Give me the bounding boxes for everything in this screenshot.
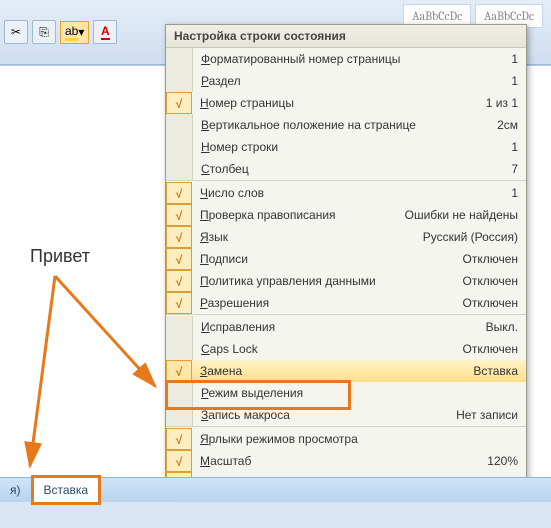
checkbox-icon: √ <box>166 428 192 450</box>
status-bar: я) Вставка <box>0 477 551 502</box>
checkbox-icon <box>166 404 193 426</box>
status-insert-mode[interactable]: Вставка <box>31 475 102 505</box>
menu-item-столбец[interactable]: Столбец7 <box>166 158 526 180</box>
checkbox-icon <box>166 158 193 180</box>
cut-button[interactable]: ✂ <box>4 20 28 44</box>
menu-item-проверка-правописани[interactable]: √Проверка правописанияОшибки не найдены <box>166 204 526 226</box>
statusbar-config-menu: Настройка строки состояния Форматированн… <box>165 24 527 495</box>
menu-item-label: Язык <box>192 230 423 244</box>
menu-item-режим-выделения[interactable]: Режим выделения <box>166 382 526 404</box>
menu-item-номер-страницы[interactable]: √Номер страницы1 из 1 <box>166 92 526 114</box>
menu-item-value: 1 из 1 <box>486 96 526 110</box>
menu-item-label: Запись макроса <box>193 408 456 422</box>
menu-item-label: Режим выделения <box>193 386 518 400</box>
menu-item-value: 1 <box>511 186 526 200</box>
menu-item-value: 1 <box>511 52 526 66</box>
menu-item-value: 2см <box>497 118 526 132</box>
menu-item-исправления[interactable]: ИсправленияВыкл. <box>166 316 526 338</box>
checkbox-icon: √ <box>166 360 192 382</box>
menu-item-вертикальное-положен[interactable]: Вертикальное положение на странице2см <box>166 114 526 136</box>
menu-item-value: Отключен <box>462 274 526 288</box>
menu-item-форматированный-номе[interactable]: Форматированный номер страницы1 <box>166 48 526 70</box>
menu-item-label: Проверка правописания <box>192 208 405 222</box>
menu-item-value: Отключен <box>462 296 526 310</box>
menu-item-value: Вставка <box>473 364 526 378</box>
menu-item-value: 7 <box>511 162 526 176</box>
checkbox-icon: √ <box>166 248 192 270</box>
menu-item-label: Исправления <box>193 320 486 334</box>
menu-item-масштаб[interactable]: √Масштаб120% <box>166 450 526 472</box>
menu-item-замена[interactable]: √ЗаменаВставка <box>166 360 526 382</box>
checkbox-icon: √ <box>166 204 192 226</box>
menu-item-label: Номер страницы <box>192 96 486 110</box>
menu-item-label: Разрешения <box>192 296 462 310</box>
menu-item-value: Отключен <box>462 342 526 356</box>
checkbox-icon <box>166 338 193 360</box>
checkbox-icon <box>166 382 193 404</box>
menu-item-value: 1 <box>511 140 526 154</box>
checkbox-icon <box>166 114 193 136</box>
menu-item-label: Подписи <box>192 252 462 266</box>
menu-item-label: Столбец <box>193 162 511 176</box>
menu-item-value: Русский (Россия) <box>423 230 526 244</box>
checkbox-icon: √ <box>166 270 192 292</box>
menu-item-value: Нет записи <box>456 408 526 422</box>
menu-item-разрешения[interactable]: √РазрешенияОтключен <box>166 292 526 314</box>
menu-item-число-слов[interactable]: √Число слов1 <box>166 182 526 204</box>
menu-item-value: 1 <box>511 74 526 88</box>
menu-item-подписи[interactable]: √ПодписиОтключен <box>166 248 526 270</box>
menu-item-label: Политика управления данными <box>192 274 462 288</box>
menu-item-раздел[interactable]: Раздел1 <box>166 70 526 92</box>
status-lang[interactable]: я) <box>0 478 31 502</box>
checkbox-icon: √ <box>166 226 192 248</box>
menu-item-value: Отключен <box>462 252 526 266</box>
menu-item-label: Номер строки <box>193 140 511 154</box>
menu-item-value: Ошибки не найдены <box>405 208 526 222</box>
menu-item-номер-строки[interactable]: Номер строки1 <box>166 136 526 158</box>
font-color-button[interactable]: A <box>93 20 117 44</box>
menu-item-политика-управления-[interactable]: √Политика управления даннымиОтключен <box>166 270 526 292</box>
checkbox-icon <box>166 136 193 158</box>
checkbox-icon <box>166 316 193 338</box>
menu-item-язык[interactable]: √ЯзыкРусский (Россия) <box>166 226 526 248</box>
menu-item-label: Число слов <box>192 186 511 200</box>
checkbox-icon: √ <box>166 450 192 472</box>
menu-item-label: Форматированный номер страницы <box>193 52 511 66</box>
menu-item-label: Caps Lock <box>193 342 462 356</box>
checkbox-icon <box>166 70 193 92</box>
menu-item-ярлыки-режимов-просм[interactable]: √Ярлыки режимов просмотра <box>166 428 526 450</box>
menu-item-label: Масштаб <box>192 454 487 468</box>
copy-button[interactable]: ⎘ <box>32 20 56 44</box>
menu-item-caps-lock[interactable]: Caps LockОтключен <box>166 338 526 360</box>
menu-title: Настройка строки состояния <box>166 25 526 48</box>
menu-item-label: Замена <box>192 364 473 378</box>
menu-item-label: Вертикальное положение на странице <box>193 118 497 132</box>
checkbox-icon: √ <box>166 292 192 314</box>
menu-item-value: 120% <box>487 454 526 468</box>
menu-item-value: Выкл. <box>486 320 526 334</box>
checkbox-icon: √ <box>166 182 192 204</box>
checkbox-icon: √ <box>166 92 192 114</box>
highlight-button[interactable]: ab▾ <box>60 21 89 44</box>
menu-item-label: Раздел <box>193 74 511 88</box>
checkbox-icon <box>166 48 193 70</box>
menu-item-запись-макроса[interactable]: Запись макросаНет записи <box>166 404 526 426</box>
menu-item-label: Ярлыки режимов просмотра <box>192 432 518 446</box>
